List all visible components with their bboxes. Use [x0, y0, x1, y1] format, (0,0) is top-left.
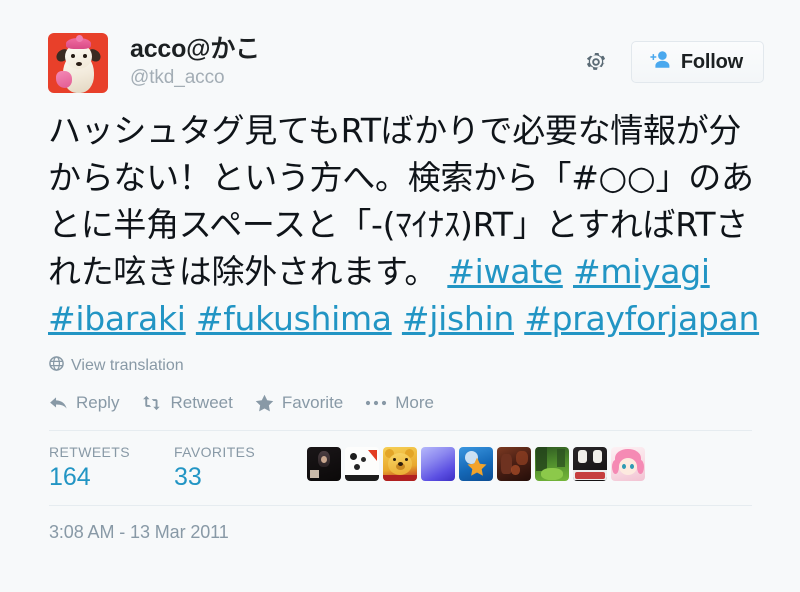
avatar-dog-scarf: [56, 71, 72, 88]
gear-icon[interactable]: [583, 49, 609, 75]
retweet-button[interactable]: Retweet: [141, 393, 232, 413]
header-actions: Follow: [583, 33, 764, 83]
view-translation-link[interactable]: View translation: [0, 342, 800, 376]
avatar-dog-nose: [76, 62, 82, 66]
tweet-actions: Reply Retweet Favorite: [0, 376, 800, 413]
follow-button[interactable]: Follow: [631, 41, 764, 83]
retweet-icon: [141, 395, 162, 411]
retweet-label: Retweet: [170, 393, 232, 413]
facepile-avatar-winnie-pooh[interactable]: [383, 447, 417, 481]
facepile-avatar-dark-red-scene[interactable]: [497, 447, 531, 481]
globe-icon: [49, 356, 64, 376]
view-translation-label: View translation: [71, 357, 184, 375]
retweets-label: RETWEETS: [49, 443, 130, 461]
facepile-avatar-i-love-cat[interactable]: [573, 447, 607, 481]
account-username[interactable]: @tkd_acco: [130, 65, 583, 91]
favorite-button[interactable]: Favorite: [255, 393, 343, 413]
hashtag-fukushima[interactable]: #fukushima: [196, 299, 392, 338]
account-fullname[interactable]: acco@かこ: [130, 34, 583, 64]
facepile: [307, 443, 645, 481]
reply-button[interactable]: Reply: [49, 393, 119, 413]
facepile-avatar-blue-star[interactable]: [459, 447, 493, 481]
follow-button-label: Follow: [681, 51, 743, 74]
favorites-stat[interactable]: FAVORITES 33: [174, 443, 255, 492]
account-name-block: acco@かこ @tkd_acco: [130, 33, 583, 91]
more-button[interactable]: More: [365, 393, 434, 413]
avatar-dog-eye-left: [71, 54, 75, 58]
avatar[interactable]: [48, 33, 108, 93]
hashtag-iwate[interactable]: #iwate: [447, 252, 562, 291]
facepile-avatar-pink-anime[interactable]: [611, 447, 645, 481]
favorite-label: Favorite: [282, 393, 343, 413]
hashtag-jishin[interactable]: #jishin: [402, 299, 514, 338]
hashtag-miyagi[interactable]: #miyagi: [573, 252, 710, 291]
star-icon: [255, 394, 274, 412]
more-label: More: [395, 393, 434, 413]
hashtag-ibaraki[interactable]: #ibaraki: [48, 299, 186, 338]
facepile-avatar-green-forest[interactable]: [535, 447, 569, 481]
avatar-dog-hat-pompom: [76, 35, 83, 42]
tweet-text: ハッシュタグ見てもRTばかりで必要な情報が分からない！という方へ。検索から「#○…: [0, 95, 800, 342]
tweet-header: acco@かこ @tkd_acco Follow: [0, 0, 800, 95]
tweet-permalink-card: acco@かこ @tkd_acco Follow: [0, 0, 800, 592]
retweets-count: 164: [49, 462, 130, 492]
ellipsis-icon: [365, 399, 387, 407]
reply-label: Reply: [76, 393, 119, 413]
tweet-timestamp[interactable]: 3:08 AM - 13 Mar 2011: [0, 506, 800, 543]
add-person-icon: [648, 50, 672, 74]
facepile-avatar-dalmatian-sketch[interactable]: [345, 447, 379, 481]
tweet-line-1: ハッシュタグ見てもRTばかりで必要な情報: [48, 111, 676, 150]
favorites-count: 33: [174, 462, 255, 492]
hashtag-prayforjapan[interactable]: #prayforjapan: [524, 299, 759, 338]
facepile-avatar-dark-portrait[interactable]: [307, 447, 341, 481]
retweets-stat[interactable]: RETWEETS 164: [49, 443, 130, 492]
tweet-stats: RETWEETS 164 FAVORITES 33: [49, 430, 752, 506]
reply-arrow-icon: [49, 395, 68, 411]
favorites-label: FAVORITES: [174, 443, 255, 461]
facepile-avatar-blue-purple-gradient[interactable]: [421, 447, 455, 481]
avatar-dog-eye-right: [83, 54, 87, 58]
